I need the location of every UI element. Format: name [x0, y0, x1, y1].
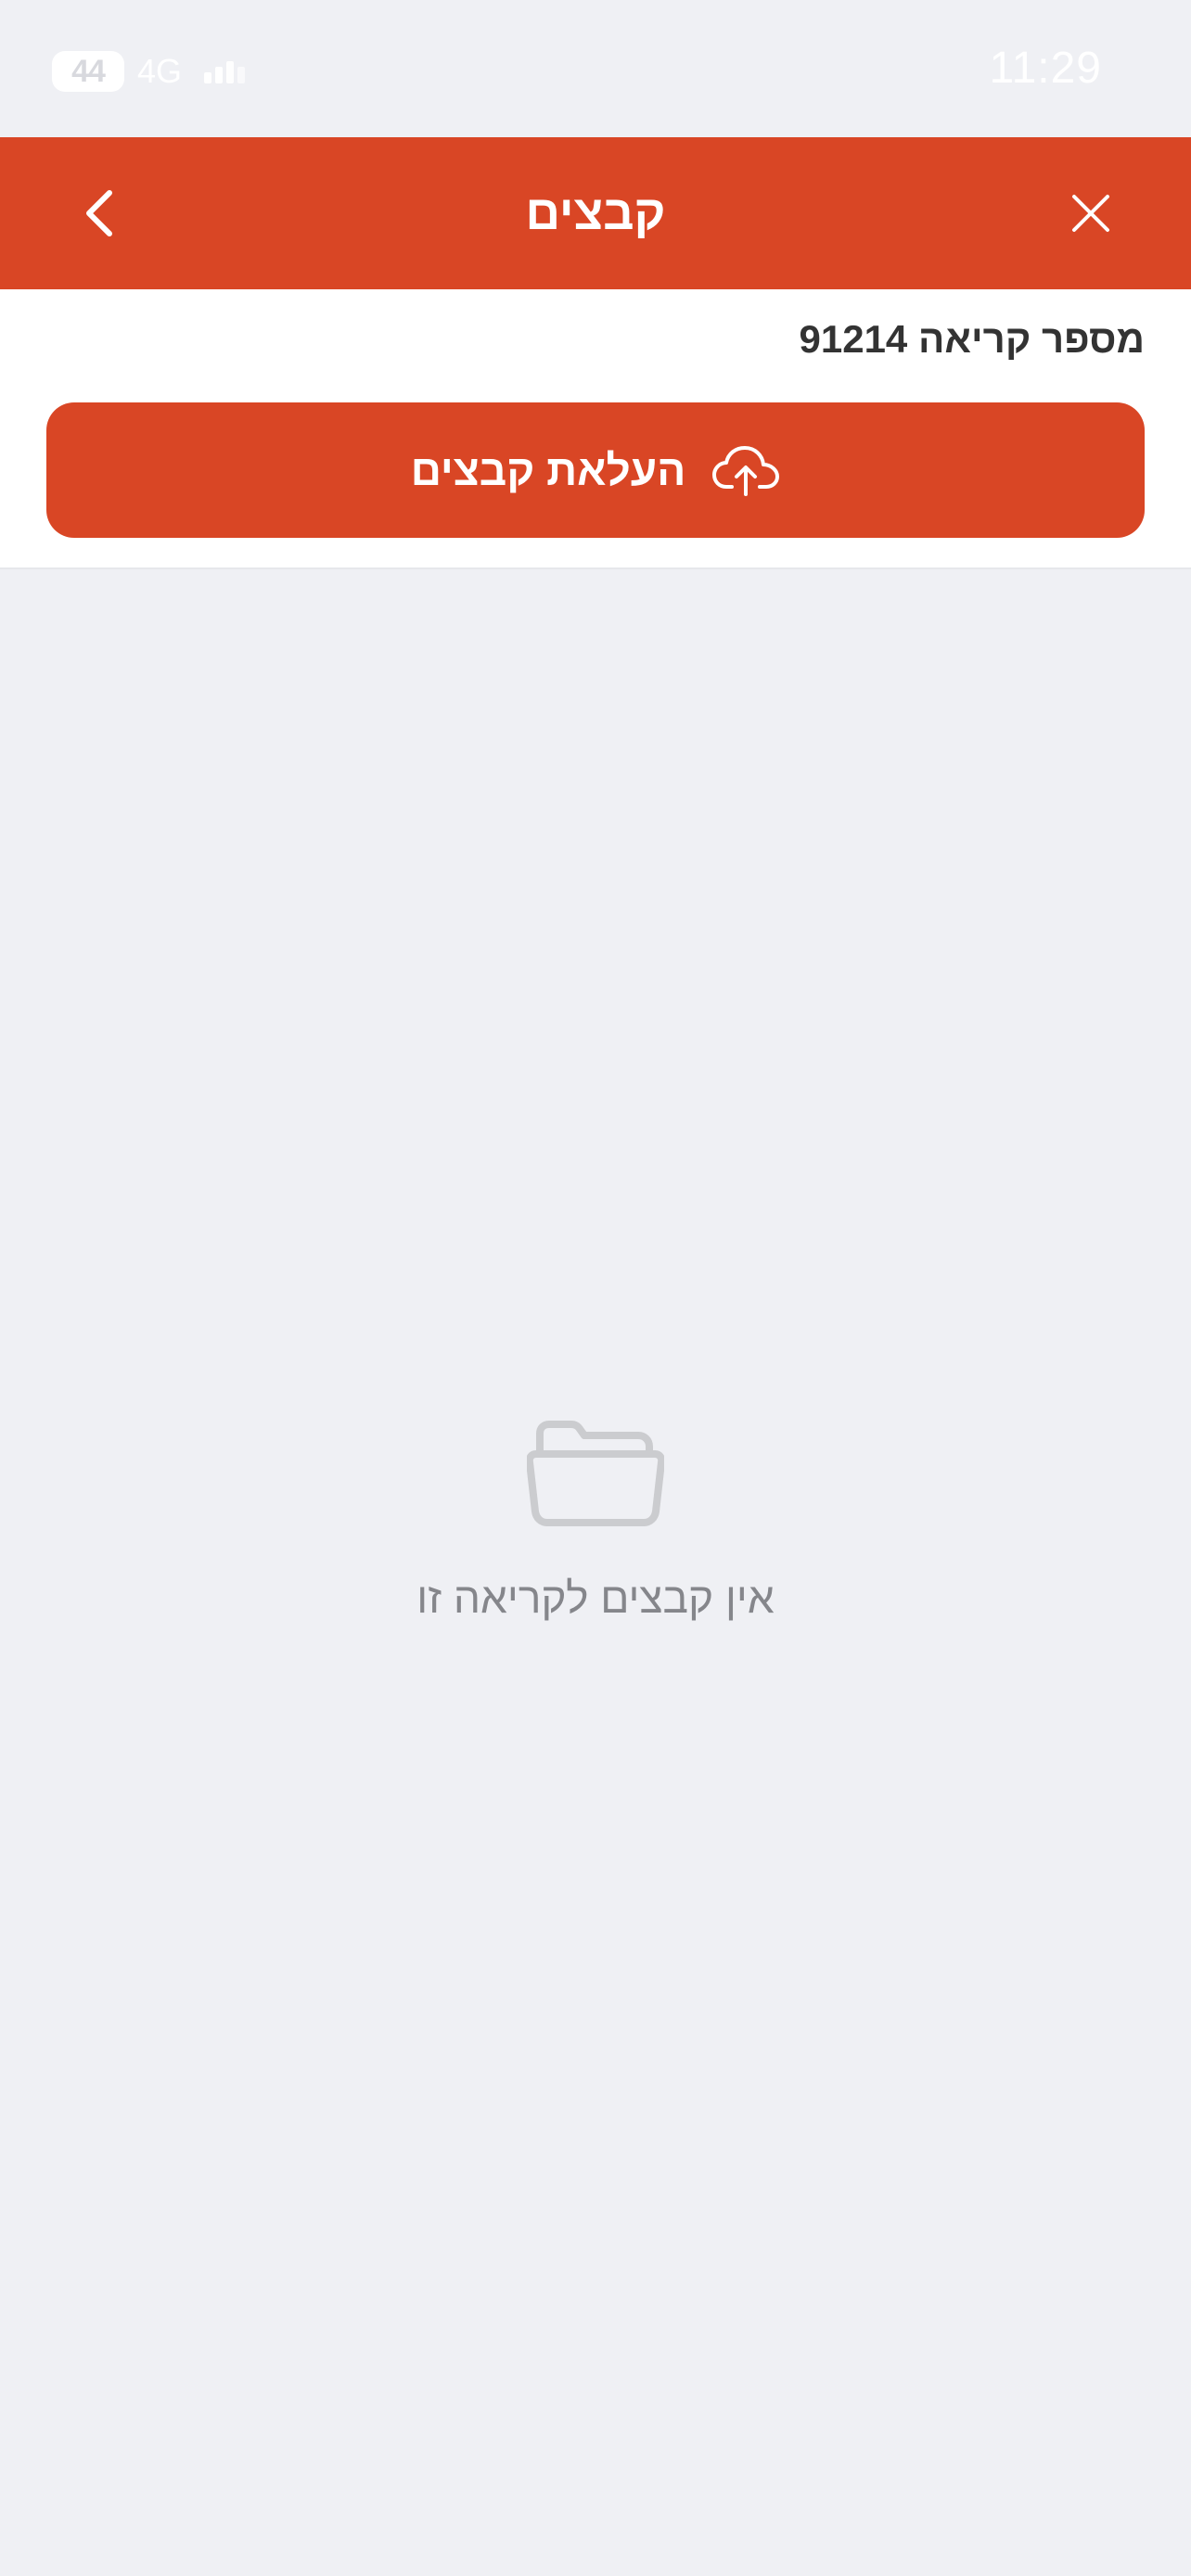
empty-state: אין קבצים לקריאה זו [0, 1419, 1191, 1623]
chevron-left-icon [86, 190, 112, 236]
back-button[interactable] [65, 178, 135, 249]
battery-indicator: 44 [52, 51, 124, 92]
status-bar: 44 4G 11:29 [0, 0, 1191, 137]
status-time: 11:29 [989, 44, 1102, 93]
cloud-upload-icon [712, 446, 780, 496]
call-number-label: מספר קריאה 91214 [799, 317, 1146, 361]
status-indicators: 44 4G [52, 48, 246, 95]
upload-files-label: העלאת קבצים [410, 446, 686, 494]
close-icon [1072, 195, 1109, 232]
empty-state-message: אין קבצים לקריאה זו [416, 1574, 775, 1622]
upload-files-button[interactable]: העלאת קבצים [46, 402, 1145, 538]
close-button[interactable] [1056, 178, 1126, 249]
call-header: מספר קריאה 91214 העלאת קבצים [0, 289, 1191, 569]
network-type: 4G [137, 52, 183, 90]
page-title: קבצים [525, 186, 666, 240]
signal-icon [204, 59, 246, 83]
navigation-bar: קבצים [0, 137, 1191, 289]
folder-icon [527, 1421, 664, 1526]
